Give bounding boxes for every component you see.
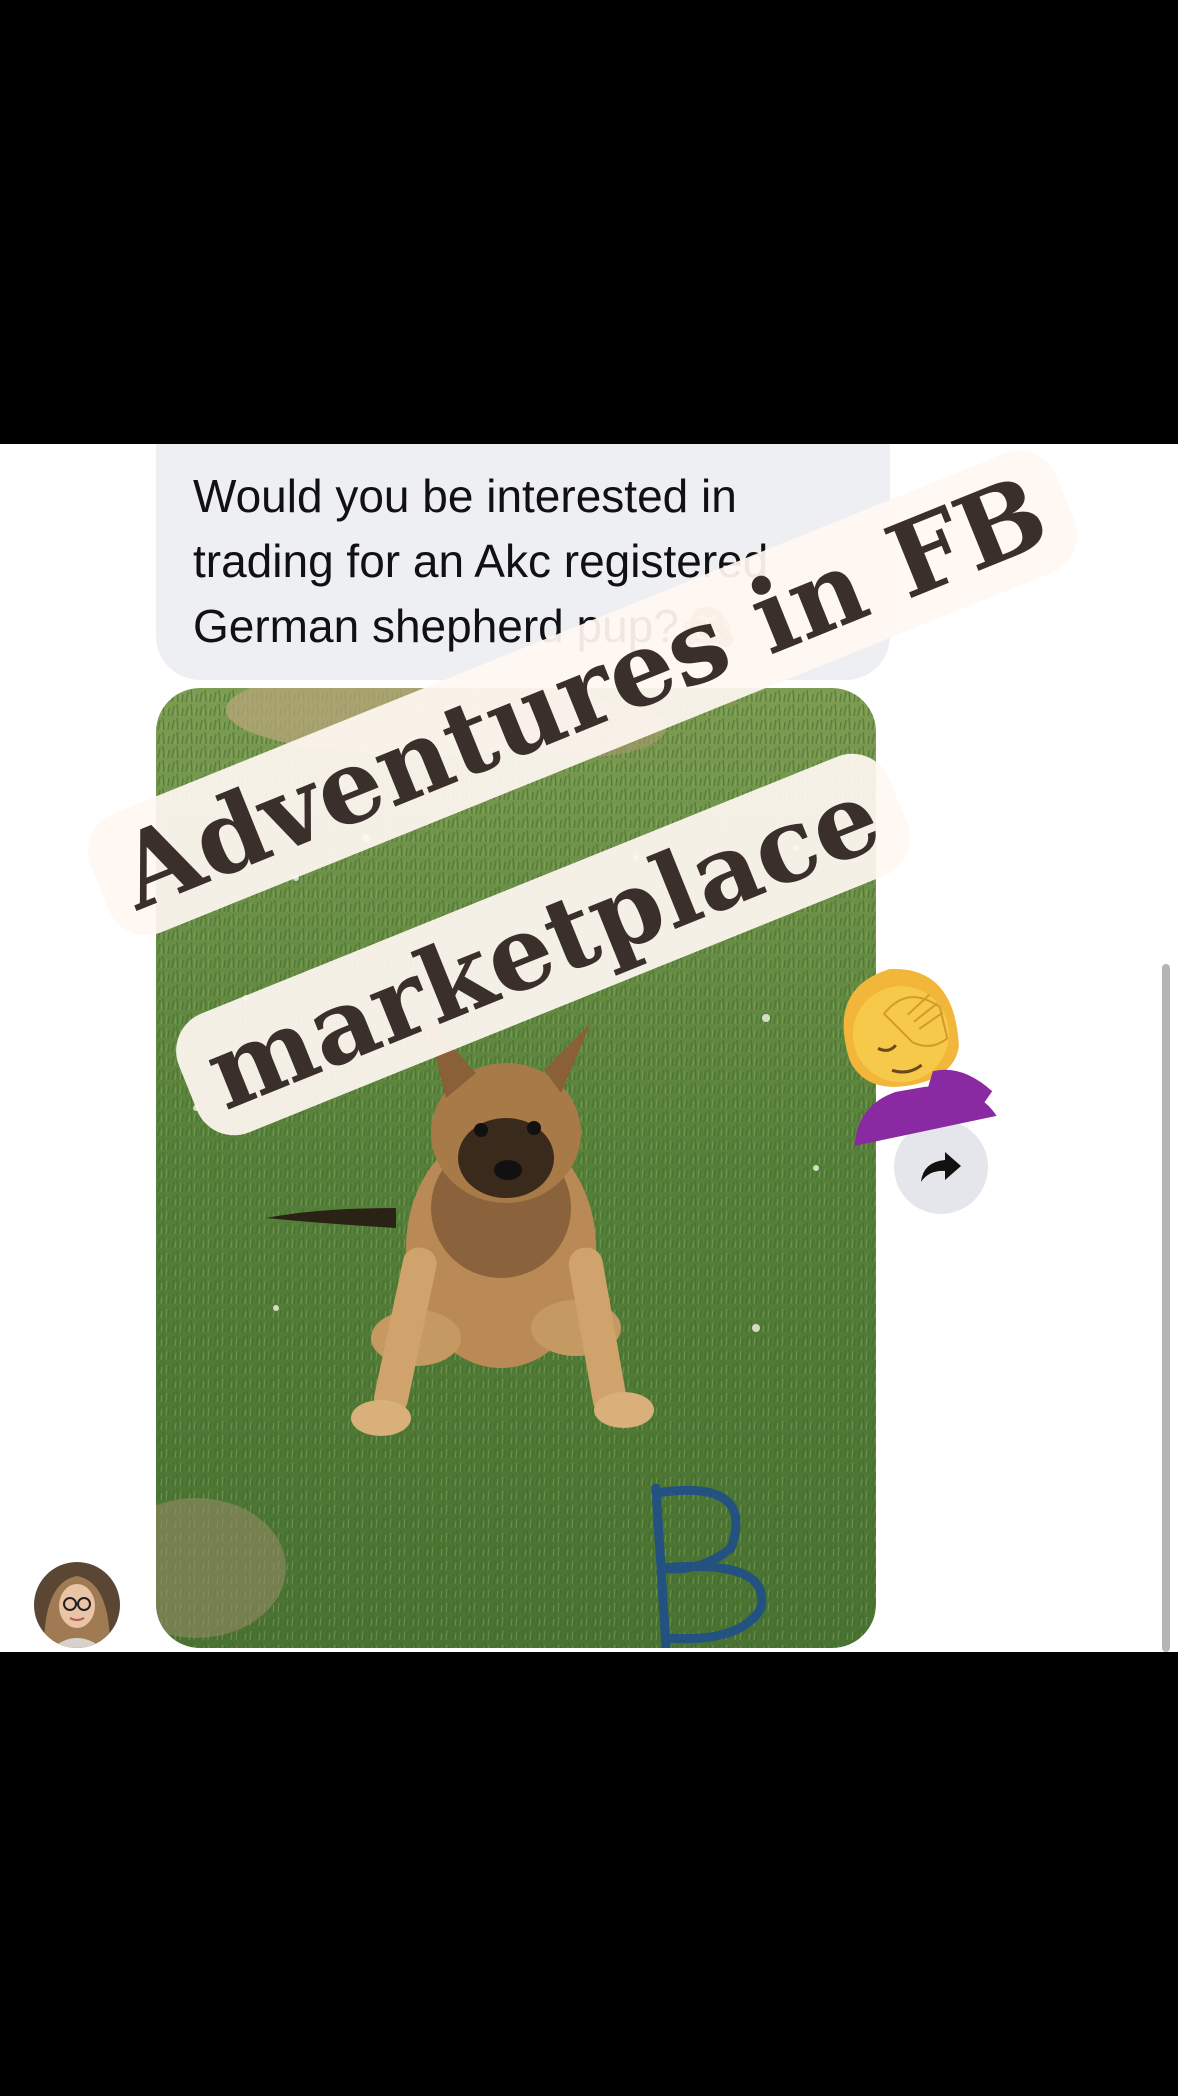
incoming-message-bubble[interactable]: Would you be interested in trading for a… (156, 444, 890, 680)
share-arrow-icon (921, 1152, 961, 1182)
avatar-image (34, 1562, 120, 1648)
scrollbar-thumb[interactable] (1162, 964, 1170, 1652)
message-line-3: German shepherd pup? (193, 600, 679, 652)
message-line-2: trading for an Akc registered (193, 535, 769, 587)
share-button[interactable] (894, 1120, 988, 1214)
puppy-photo-image: B (156, 688, 876, 1648)
message-line-1: Would you be interested in (193, 470, 737, 522)
sender-avatar[interactable] (34, 1562, 120, 1648)
message-text: Would you be interested in trading for a… (193, 464, 860, 659)
chat-screen: Would you be interested in trading for a… (0, 444, 1178, 1652)
bottom-letterbox (0, 1652, 1178, 2096)
see-no-evil-monkey-emoji: 🙈 (678, 600, 737, 652)
puppy-photo-attachment[interactable]: B (156, 688, 876, 1648)
top-letterbox (0, 0, 1178, 444)
handwritten-mark-text: B (156, 688, 157, 689)
